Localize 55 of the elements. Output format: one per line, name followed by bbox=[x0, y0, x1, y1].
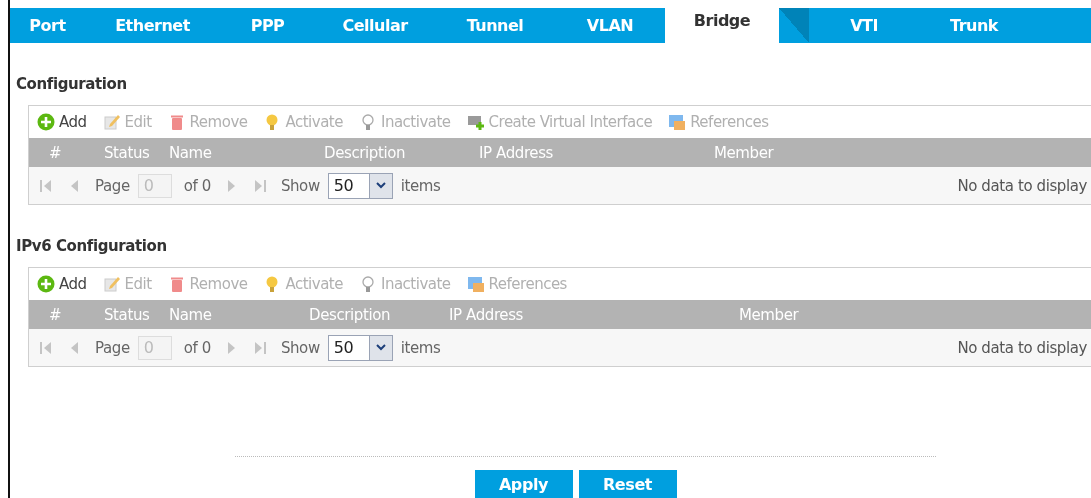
caret-icon bbox=[375, 344, 386, 351]
tab[interactable]: Trunk bbox=[919, 8, 1029, 43]
page-count: of 0 bbox=[183, 176, 211, 195]
tab[interactable]: VLAN bbox=[555, 8, 665, 43]
empty-message: No data to display bbox=[957, 176, 1087, 195]
caret-icon bbox=[375, 182, 386, 189]
tab[interactable]: Tunnel bbox=[435, 8, 555, 43]
reset-button[interactable]: Reset bbox=[578, 470, 677, 498]
column-header: Description bbox=[309, 305, 392, 324]
tab[interactable]: PPP bbox=[220, 8, 315, 43]
tab-corner bbox=[779, 8, 809, 43]
column-header: IP Address bbox=[449, 305, 524, 324]
show-label: Show bbox=[280, 338, 320, 357]
monitor-plus-icon bbox=[466, 113, 485, 131]
column-header: IP Address bbox=[479, 143, 554, 162]
column-header: Member bbox=[739, 305, 800, 324]
tab[interactable]: Port bbox=[10, 8, 85, 43]
page-input[interactable]: 0 bbox=[137, 173, 172, 198]
column-header: Name bbox=[169, 305, 213, 324]
add-icon bbox=[37, 275, 55, 293]
column-header: # bbox=[48, 143, 63, 162]
toolbar-button[interactable]: Add bbox=[37, 113, 87, 131]
items-label: items bbox=[400, 338, 441, 357]
page-input[interactable]: 0 bbox=[137, 335, 172, 360]
pencil-icon bbox=[102, 275, 121, 293]
add-icon bbox=[37, 113, 55, 131]
section-title: Configuration bbox=[16, 75, 128, 93]
column-header: # bbox=[48, 305, 63, 324]
apply-button[interactable]: Apply bbox=[474, 470, 573, 498]
window-folder-icon bbox=[668, 113, 687, 131]
window-folder-icon bbox=[466, 275, 485, 293]
column-header: Name bbox=[169, 143, 213, 162]
page-label: Page bbox=[95, 176, 130, 195]
tab[interactable]: Cellular bbox=[315, 8, 435, 43]
first-page-icon[interactable] bbox=[39, 177, 53, 194]
page-size-select[interactable]: 50 bbox=[327, 334, 393, 361]
column-header: Description bbox=[324, 143, 407, 162]
page-label: Page bbox=[95, 338, 130, 357]
page-size-select[interactable]: 50 bbox=[327, 172, 393, 199]
column-header: Member bbox=[714, 143, 775, 162]
last-page-icon[interactable] bbox=[252, 177, 267, 194]
page-count: of 0 bbox=[183, 338, 211, 357]
column-header: Status bbox=[104, 143, 151, 162]
column-header: Status bbox=[104, 305, 151, 324]
tab[interactable]: VTI bbox=[809, 8, 919, 43]
tab[interactable]: Bridge bbox=[665, 8, 779, 43]
last-page-icon[interactable] bbox=[252, 339, 267, 356]
items-label: items bbox=[400, 176, 441, 195]
empty-message: No data to display bbox=[957, 338, 1087, 357]
show-label: Show bbox=[280, 176, 320, 195]
first-page-icon[interactable] bbox=[39, 339, 53, 356]
toolbar-button[interactable]: Add bbox=[37, 275, 87, 293]
pencil-icon bbox=[102, 113, 121, 131]
section-title: IPv6 Configuration bbox=[16, 237, 168, 255]
tab[interactable]: Ethernet bbox=[85, 8, 220, 43]
